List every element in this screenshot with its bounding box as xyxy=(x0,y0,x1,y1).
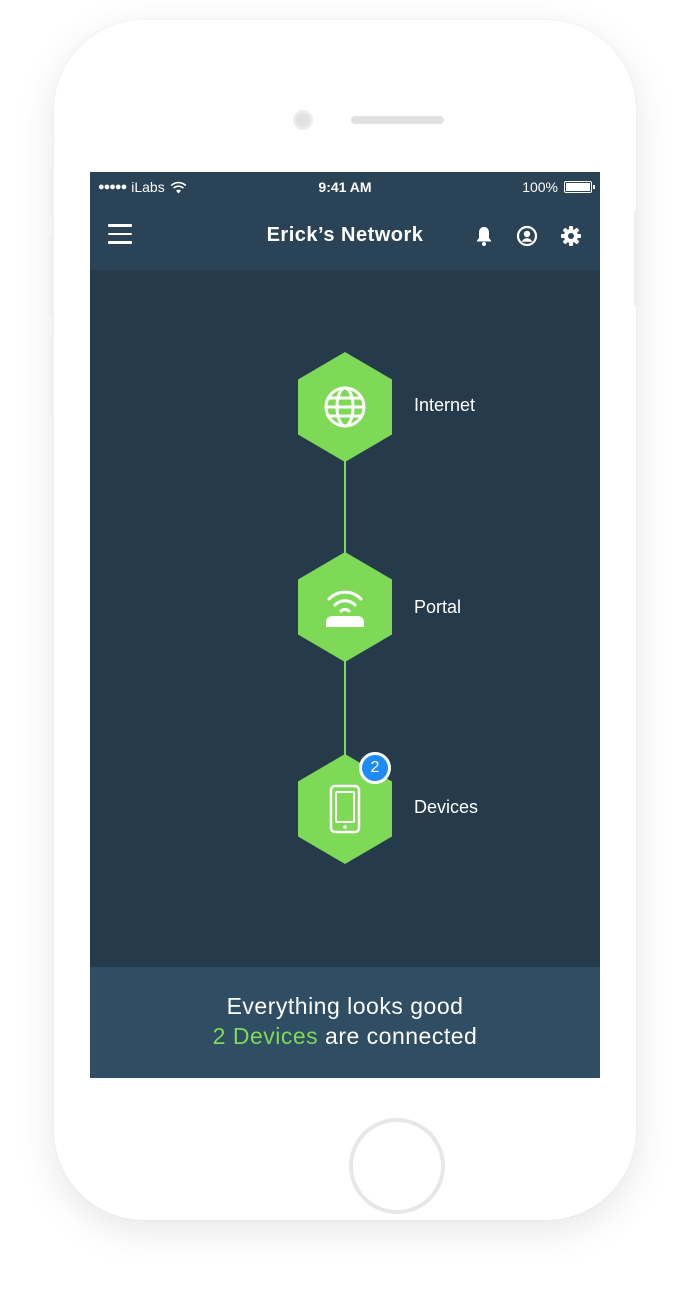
devices-count-link[interactable]: 2 Devices xyxy=(213,1023,318,1049)
home-button[interactable] xyxy=(349,1118,445,1214)
app-screen: ●●●●● iLabs 9:41 AM 100% Erick’s Network xyxy=(90,172,600,1078)
gear-icon[interactable] xyxy=(559,224,583,248)
bell-icon[interactable] xyxy=(472,224,496,248)
network-topology: Internet Portal 2 Devices xyxy=(90,270,600,967)
connected-suffix: are connected xyxy=(318,1023,478,1049)
earpiece-speaker xyxy=(351,116,444,124)
device-count-badge: 2 xyxy=(359,752,391,784)
status-right: 100% xyxy=(522,179,595,195)
connector-line xyxy=(344,452,346,556)
nav-bar: Erick’s Network xyxy=(90,202,600,270)
internet-hex xyxy=(298,352,392,462)
mute-switch xyxy=(49,170,54,214)
devices-label: Devices xyxy=(414,797,479,817)
phone-icon xyxy=(329,784,361,834)
status-bar: ●●●●● iLabs 9:41 AM 100% xyxy=(90,172,600,202)
front-camera xyxy=(293,110,313,130)
battery-icon xyxy=(564,181,595,193)
battery-percent: 100% xyxy=(522,179,558,195)
status-footer: Everything looks good 2 Devices are conn… xyxy=(90,967,600,1078)
portal-label: Portal xyxy=(414,597,462,617)
volume-down-button xyxy=(49,336,54,416)
status-message: Everything looks good xyxy=(226,993,464,1019)
internet-node[interactable] xyxy=(295,352,395,462)
power-button xyxy=(634,210,639,306)
connector-line xyxy=(344,654,346,758)
portal-hex xyxy=(298,552,392,662)
connected-summary: 2 Devices are connected xyxy=(90,1023,600,1050)
router-icon xyxy=(326,590,364,627)
internet-label: Internet xyxy=(414,395,476,415)
portal-node[interactable] xyxy=(295,552,395,662)
globe-icon xyxy=(324,386,366,428)
volume-up-button xyxy=(49,236,54,316)
user-circle-icon[interactable] xyxy=(515,224,539,248)
